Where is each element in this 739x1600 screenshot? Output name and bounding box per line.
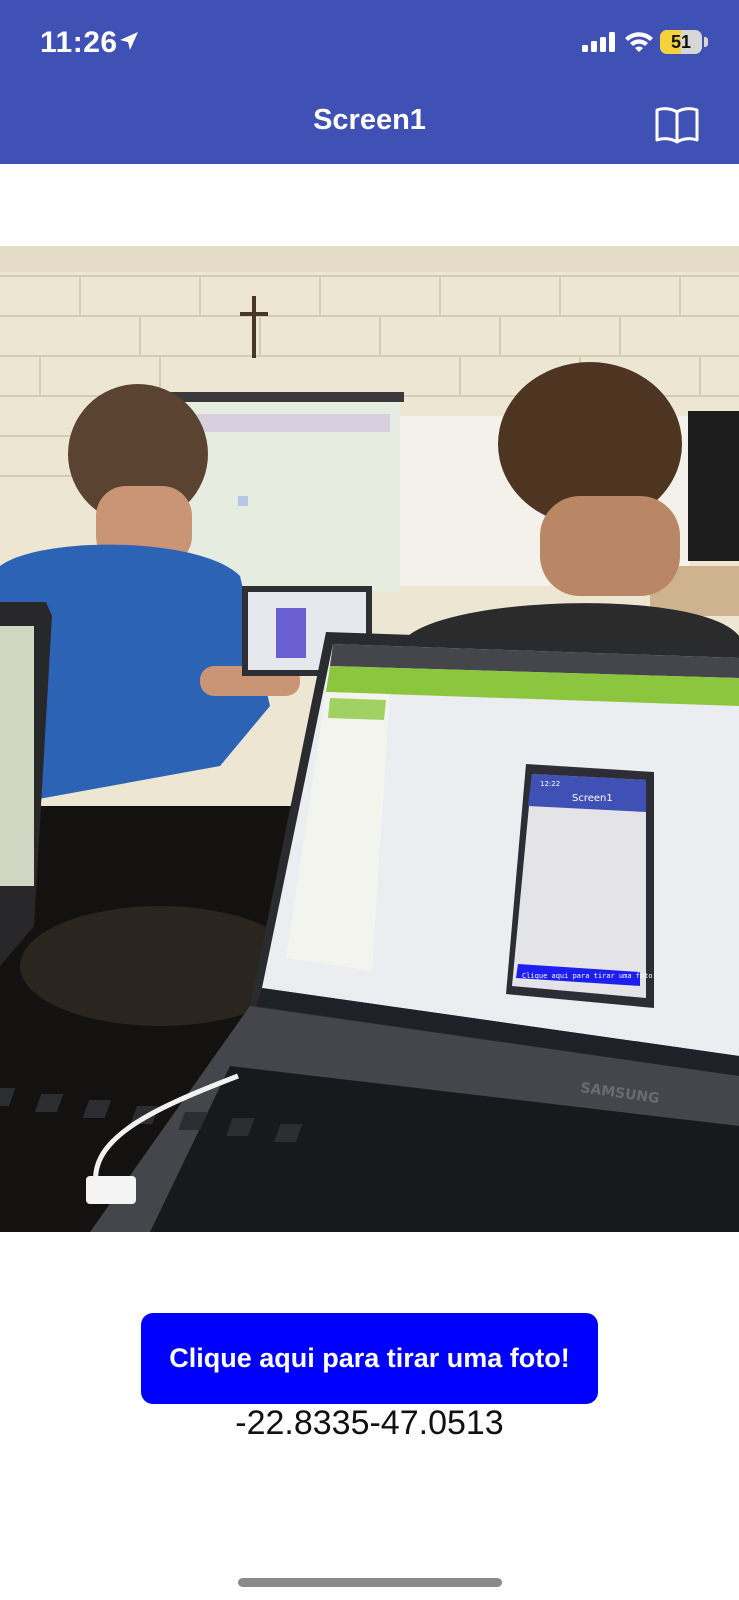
- battery-icon: 51: [660, 30, 702, 54]
- photo-app-title: Screen1: [572, 793, 613, 804]
- photo-phone-time: 12:22: [540, 780, 560, 788]
- app-bar: 11:26 51 Screen1: [0, 0, 739, 164]
- home-indicator[interactable]: [238, 1578, 502, 1587]
- location-arrow-icon: [118, 30, 140, 57]
- location-label: -22.8335-47.0513: [235, 1404, 504, 1442]
- take-photo-button[interactable]: Clique aqui para tirar uma foto!: [141, 1313, 598, 1404]
- wifi-icon: [624, 30, 654, 59]
- page-title: Screen1: [313, 104, 426, 136]
- photo-app-button: Clique aqui para tirar uma foto!: [522, 972, 657, 980]
- book-icon[interactable]: [655, 106, 699, 149]
- battery-cap: [704, 37, 708, 47]
- battery-level: 51: [670, 32, 692, 52]
- status-time: 11:26: [40, 26, 118, 59]
- captured-photo: 12:22 Screen1 Clique aqui para tirar uma…: [0, 246, 739, 1232]
- status-bar: 11:26 51: [0, 0, 739, 90]
- signal-icon: [582, 32, 616, 57]
